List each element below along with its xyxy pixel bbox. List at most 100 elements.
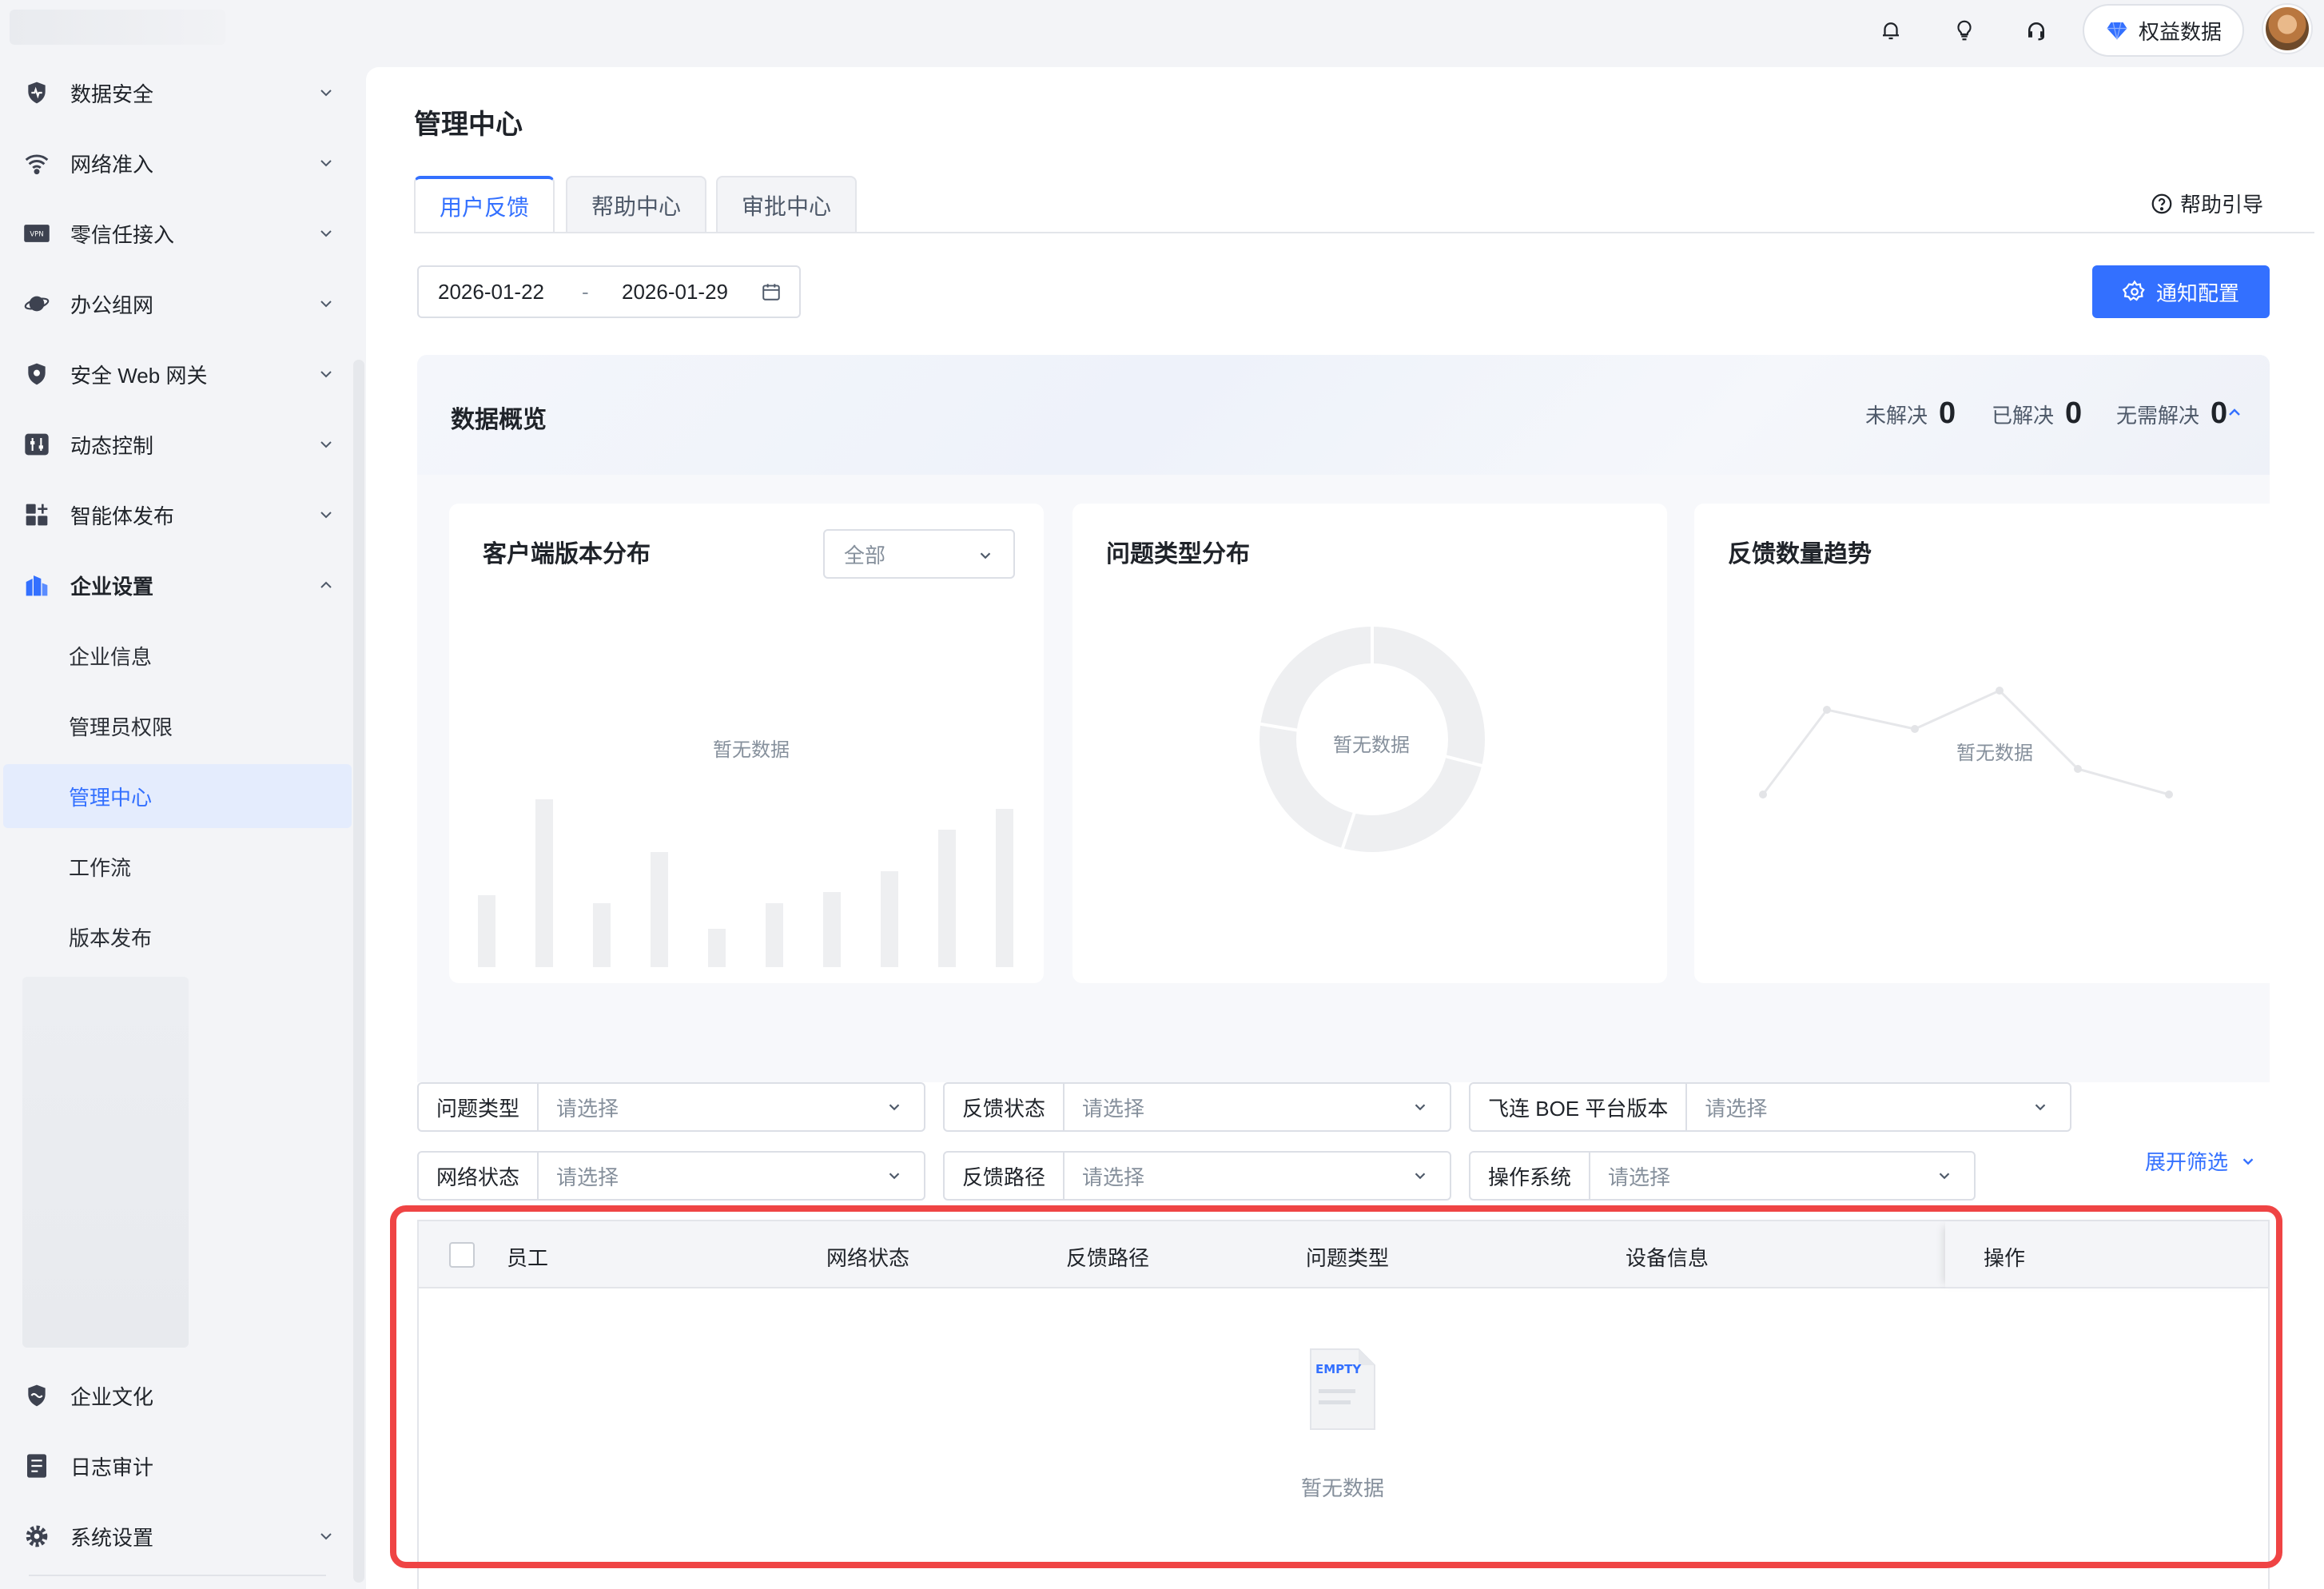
chevron-down-icon — [889, 1104, 900, 1111]
date-range-picker[interactable]: 2026-01-22 - 2026-01-29 — [417, 265, 801, 318]
empty-icon-text: EMPTY — [1315, 1362, 1362, 1376]
card-title: 反馈数量趋势 — [1728, 541, 1872, 568]
sidebar-item-zero-trust[interactable]: VPN 零信任接入 — [0, 198, 353, 269]
chevron-down-icon — [2035, 1104, 2046, 1111]
chevron-down-icon — [1415, 1104, 1426, 1111]
sidebar-subitem-version-release[interactable]: 版本发布 — [3, 905, 352, 969]
sidebar-subitem-enterprise-info[interactable]: 企业信息 — [3, 623, 352, 687]
sidebar-item-label: 数据安全 — [70, 82, 154, 106]
tab-user-feedback[interactable]: 用户反馈 — [414, 176, 555, 233]
sidebar: 数据安全 网络准入 VPN 零信任接入 办公组网 安全 Web 网关 动态控制 — [0, 58, 353, 1589]
avatar[interactable] — [2263, 5, 2311, 53]
filter-os[interactable]: 操作系统 请选择 — [1469, 1151, 1976, 1201]
sidebar-item-network-access[interactable]: 网络准入 — [0, 128, 353, 198]
sidebar-item-label: 企业设置 — [70, 574, 154, 599]
tab-approval-center[interactable]: 审批中心 — [716, 176, 857, 233]
sidebar-item-office-network[interactable]: 办公组网 — [0, 269, 353, 339]
sidebar-item-dynamic-control[interactable]: 动态控制 — [0, 409, 353, 480]
tab-help-center[interactable]: 帮助中心 — [566, 176, 706, 233]
column-header-device-info[interactable]: 设备信息 — [1626, 1242, 1709, 1272]
client-version-card: 客户端版本分布 全部 暂无数据 — [449, 504, 1044, 983]
sidebar-item-agent-publish[interactable]: 智能体发布 — [0, 480, 353, 550]
logo-placeholder — [10, 10, 225, 45]
issue-type-card: 问题类型分布 暂无数据 — [1072, 504, 1667, 983]
filter-network-status[interactable]: 网络状态 请选择 — [417, 1151, 925, 1201]
sidebar-item-system-settings[interactable]: 系统设置 — [0, 1501, 353, 1571]
select-all-checkbox[interactable] — [449, 1242, 475, 1268]
column-header-network-status[interactable]: 网络状态 — [826, 1242, 909, 1272]
sidebar-item-enterprise-settings[interactable]: 企业设置 — [0, 550, 353, 620]
sidebar-item-label: 智能体发布 — [70, 504, 175, 528]
sidebar-subitem-workflow[interactable]: 工作流 — [3, 834, 352, 898]
column-header-employee[interactable]: 员工 — [507, 1242, 548, 1272]
sidebar-item-label: 日志审计 — [70, 1455, 154, 1479]
culture-icon — [21, 1380, 53, 1412]
overview-title: 数据概览 — [451, 407, 547, 433]
date-start[interactable]: 2026-01-22 — [438, 280, 544, 305]
grid-plus-icon — [21, 499, 53, 531]
sidebar-item-label: 零信任接入 — [70, 222, 175, 247]
gear-icon — [2122, 280, 2145, 301]
filter-platform-version[interactable]: 飞连 BOE 平台版本 请选择 — [1469, 1082, 2071, 1132]
headset-icon[interactable] — [2020, 14, 2052, 46]
vpn-icon: VPN — [21, 217, 53, 249]
lightbulb-icon[interactable] — [1948, 14, 1980, 46]
sidebar-item-data-security[interactable]: 数据安全 — [0, 58, 353, 128]
stat-resolved: 已解决 0 — [1992, 396, 2082, 431]
chevron-down-icon — [889, 1173, 900, 1180]
sidebar-item-enterprise-culture[interactable]: 企业文化 — [0, 1360, 353, 1431]
top-bar: 权益数据 — [0, 0, 2324, 58]
filter-label: 操作系统 — [1470, 1153, 1591, 1199]
feedback-trend-card: 反馈数量趋势 暂无数据 — [1694, 504, 2270, 983]
table-header: 员工 网络状态 反馈路径 问题类型 设备信息 操作 — [419, 1221, 2268, 1288]
version-select[interactable]: 全部 — [823, 529, 1015, 579]
sidebar-item-log-audit[interactable]: 日志审计 — [0, 1431, 353, 1501]
column-header-feedback-path[interactable]: 反馈路径 — [1066, 1242, 1149, 1272]
calendar-icon — [762, 284, 780, 301]
filter-label: 网络状态 — [419, 1153, 539, 1199]
notify-config-button[interactable]: 通知配置 — [2092, 265, 2270, 318]
column-header-actions: 操作 — [1984, 1246, 2026, 1270]
stat-label: 未解决 — [1865, 404, 1928, 428]
chevron-up-icon[interactable] — [2225, 403, 2244, 422]
sidebar-item-label: 安全 Web 网关 — [70, 363, 208, 388]
buildings-icon — [21, 569, 53, 601]
sidebar-item-label: 企业文化 — [70, 1384, 154, 1409]
shield-icon — [21, 358, 53, 390]
chevron-down-icon — [320, 512, 332, 519]
filter-placeholder: 请选择 — [1608, 1165, 1671, 1189]
bell-icon[interactable] — [1875, 14, 1907, 46]
chevron-down-icon — [320, 301, 332, 308]
stat-label: 无需解决 — [2116, 404, 2200, 428]
version-select-value: 全部 — [844, 543, 886, 568]
expand-filter-button[interactable]: 展开筛选 — [2145, 1146, 2257, 1176]
column-header-issue-type[interactable]: 问题类型 — [1306, 1242, 1389, 1272]
date-end[interactable]: 2026-01-29 — [622, 280, 728, 305]
filter-label: 飞连 BOE 平台版本 — [1470, 1084, 1688, 1130]
blurred-region — [22, 977, 189, 1348]
gear-icon — [21, 1520, 53, 1552]
filter-feedback-path[interactable]: 反馈路径 请选择 — [943, 1151, 1451, 1201]
svg-text:VPN: VPN — [30, 231, 43, 239]
shield-pulse-icon — [21, 77, 53, 109]
card-title: 问题类型分布 — [1106, 541, 1250, 568]
chevron-down-icon — [320, 441, 332, 448]
sidebar-subitem-management-center[interactable]: 管理中心 — [3, 764, 352, 828]
perk-data-button[interactable]: 权益数据 — [2083, 4, 2244, 57]
table-empty-text: 暂无数据 — [1301, 1476, 1385, 1500]
chevron-down-icon — [320, 371, 332, 378]
filter-feedback-status[interactable]: 反馈状态 请选择 — [943, 1082, 1451, 1132]
filter-issue-type[interactable]: 问题类型 请选择 — [417, 1082, 925, 1132]
notify-config-label: 通知配置 — [2155, 281, 2239, 305]
perk-label: 权益数据 — [2138, 19, 2222, 44]
chevron-down-icon — [320, 90, 332, 97]
filter-placeholder: 请选择 — [556, 1096, 619, 1121]
sidebar-scrollbar[interactable] — [353, 360, 364, 1583]
page-title: 管理中心 — [414, 110, 523, 140]
sidebar-item-secure-web-gateway[interactable]: 安全 Web 网关 — [0, 339, 353, 409]
filter-placeholder: 请选择 — [1082, 1165, 1145, 1189]
help-guide-link[interactable]: 帮助引导 — [2150, 189, 2263, 218]
sidebar-subitem-admin-permissions[interactable]: 管理员权限 — [3, 694, 352, 758]
sidebar-item-label: 网络准入 — [70, 152, 154, 177]
filter-label: 反馈状态 — [945, 1084, 1065, 1130]
